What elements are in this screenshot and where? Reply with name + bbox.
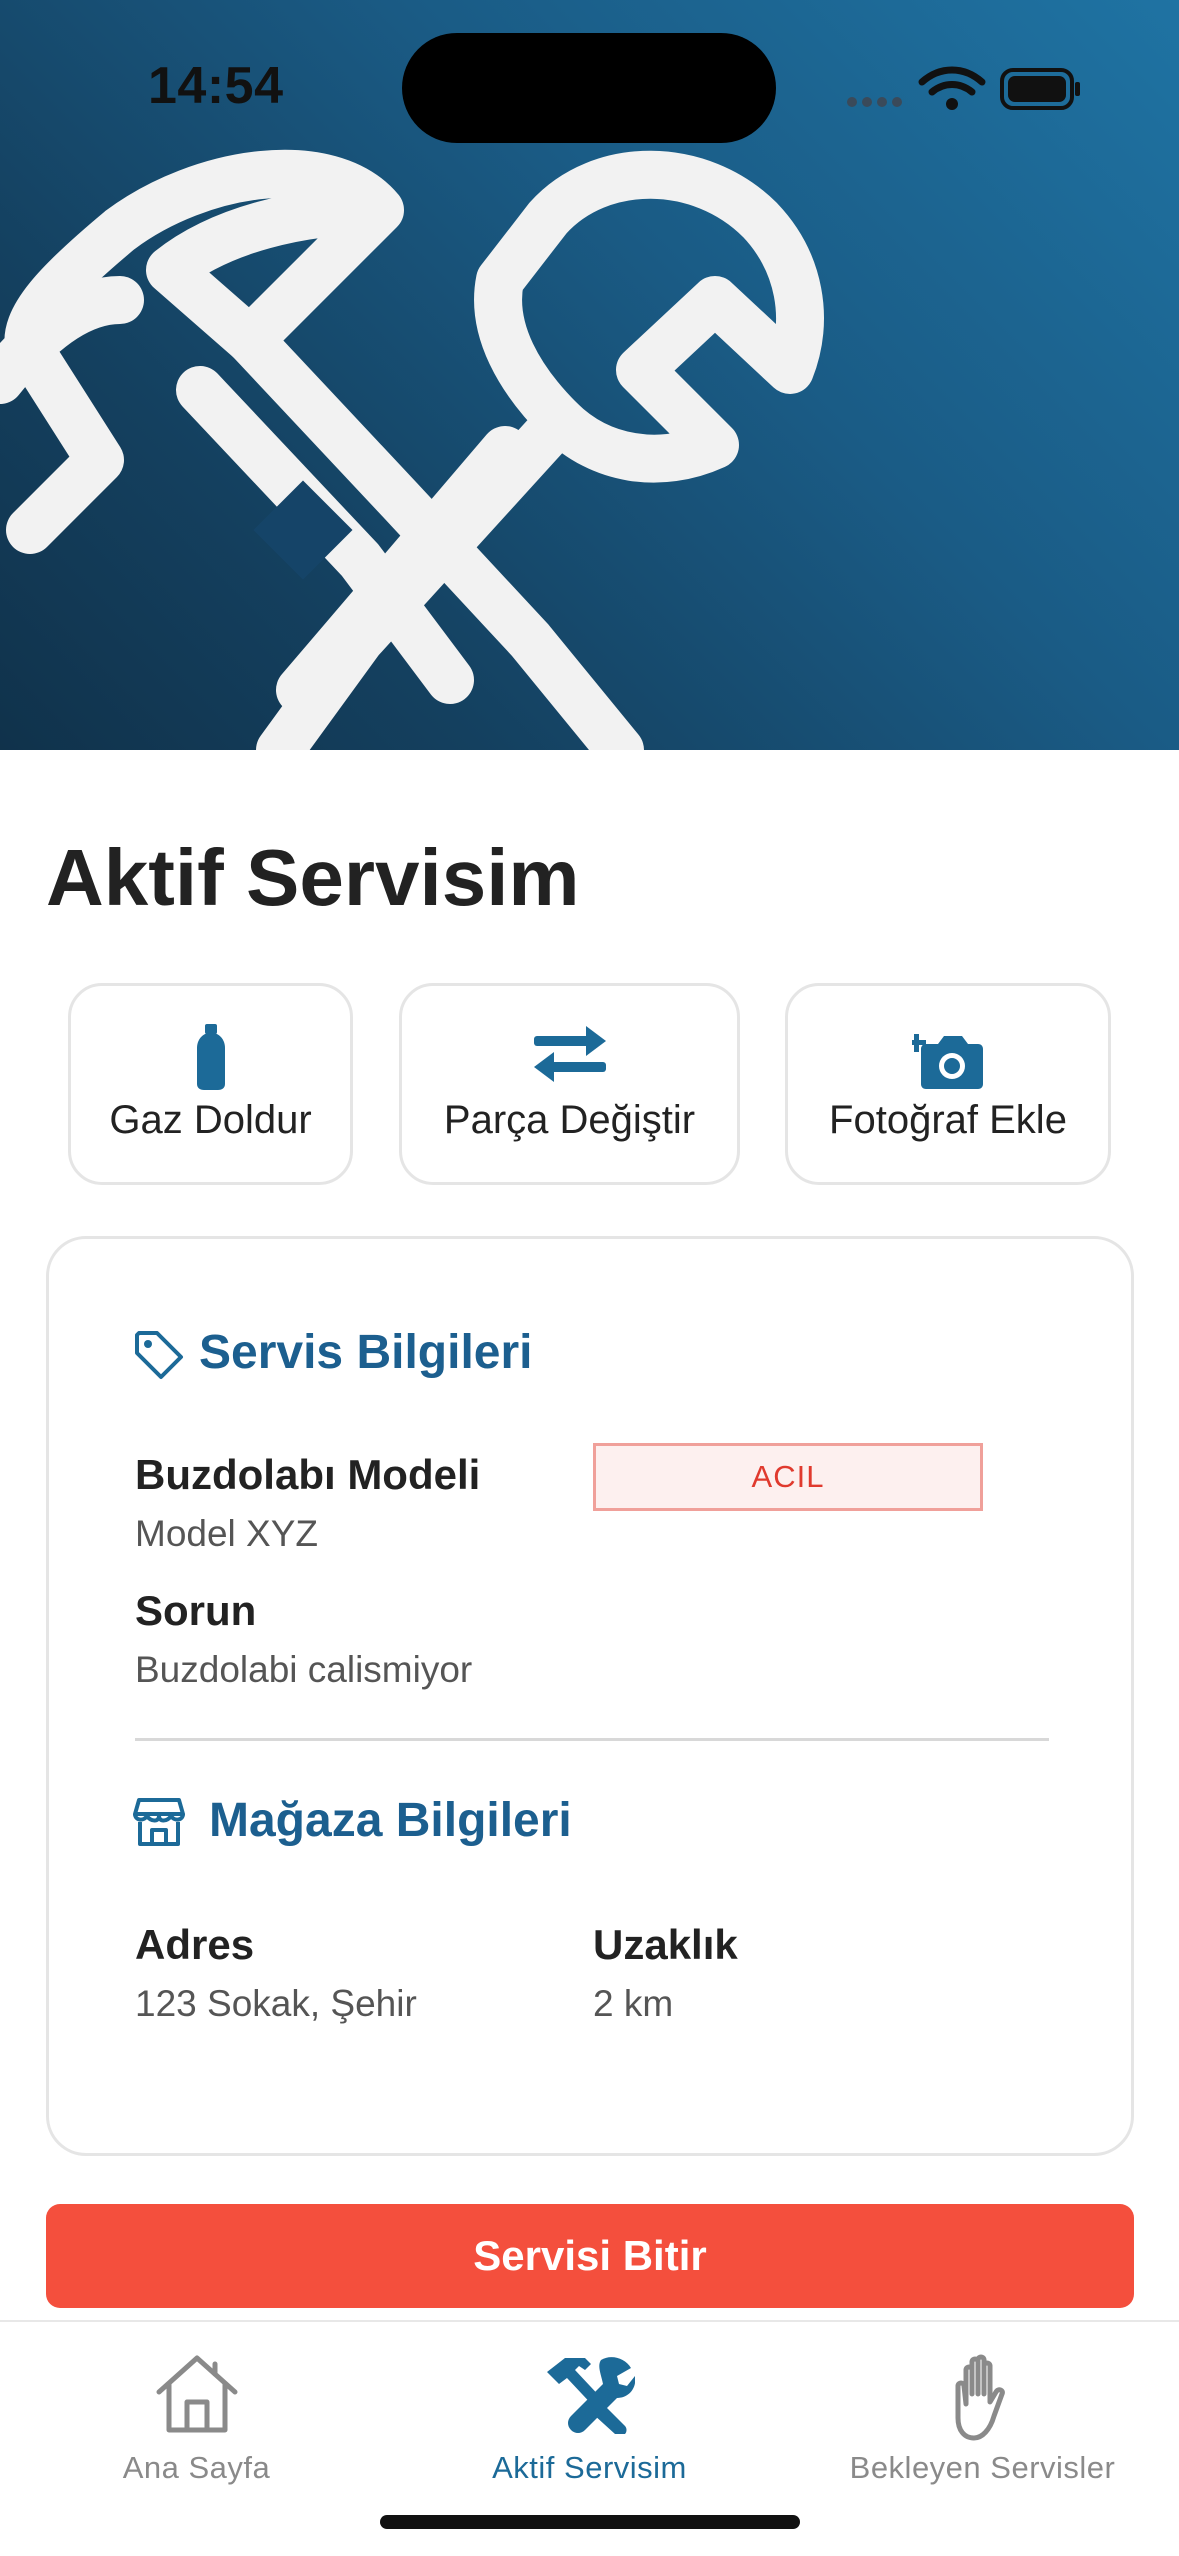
screen: 14:54 Aktif Servisim Gaz Doldur Parça De… bbox=[0, 0, 1179, 2556]
camera-plus-icon bbox=[788, 1024, 1108, 1090]
replace-part-button[interactable]: Parça Değiştir bbox=[399, 983, 740, 1185]
address-label: Adres bbox=[135, 1921, 255, 1968]
swap-arrows-icon bbox=[402, 1024, 737, 1090]
finish-service-button[interactable]: Servisi Bitir bbox=[46, 2204, 1134, 2308]
gas-fill-label: Gaz Doldur bbox=[109, 1098, 312, 1142]
tab-pending-services[interactable]: Bekleyen Servisler bbox=[786, 2342, 1179, 2502]
status-icons bbox=[847, 66, 1080, 110]
tag-icon bbox=[135, 1331, 183, 1379]
home-icon bbox=[0, 2354, 393, 2444]
hero-banner: 14:54 bbox=[0, 0, 1179, 750]
distance-label: Uzaklık bbox=[593, 1921, 738, 1968]
divider bbox=[135, 1738, 1049, 1741]
add-photo-label: Fotoğraf Ekle bbox=[829, 1098, 1067, 1142]
problem-value: Buzdolabi calismiyor bbox=[135, 1649, 473, 1690]
store-info-title: Mağaza Bilgileri bbox=[209, 1794, 572, 1847]
tab-home-label: Ana Sayfa bbox=[122, 2450, 271, 2485]
address-value: 123 Sokak, Şehir bbox=[135, 1983, 417, 2024]
model-label: Buzdolabı Modeli bbox=[135, 1451, 481, 1498]
battery-icon bbox=[1000, 68, 1080, 110]
tab-home[interactable]: Ana Sayfa bbox=[0, 2342, 393, 2502]
problem-label: Sorun bbox=[135, 1587, 257, 1634]
replace-part-label: Parça Değiştir bbox=[443, 1098, 696, 1142]
dynamic-island bbox=[402, 33, 776, 143]
service-info-card: Servis Bilgileri Buzdolabı Modeli Model … bbox=[46, 1236, 1134, 2156]
tab-pending-services-label: Bekleyen Servisler bbox=[849, 2450, 1116, 2485]
service-info-title: Servis Bilgileri bbox=[199, 1326, 533, 1379]
gas-cylinder-icon bbox=[71, 1024, 350, 1090]
gas-fill-button[interactable]: Gaz Doldur bbox=[68, 983, 353, 1185]
wifi-icon bbox=[918, 66, 986, 96]
tab-active-service[interactable]: Aktif Servisim bbox=[393, 2342, 786, 2502]
tools-icon bbox=[393, 2354, 786, 2444]
status-time: 14:54 bbox=[148, 57, 284, 115]
hand-icon bbox=[786, 2354, 1179, 2444]
model-value: Model XYZ bbox=[135, 1513, 319, 1554]
signal-icon bbox=[847, 97, 902, 107]
home-indicator[interactable] bbox=[380, 2515, 800, 2529]
store-icon bbox=[133, 1798, 185, 1846]
tab-active-service-label: Aktif Servisim bbox=[492, 2450, 687, 2485]
add-photo-button[interactable]: Fotoğraf Ekle bbox=[785, 983, 1111, 1185]
priority-badge: ACIL bbox=[593, 1443, 983, 1511]
page-title: Aktif Servisim bbox=[46, 833, 580, 922]
distance-value: 2 km bbox=[593, 1983, 674, 2024]
